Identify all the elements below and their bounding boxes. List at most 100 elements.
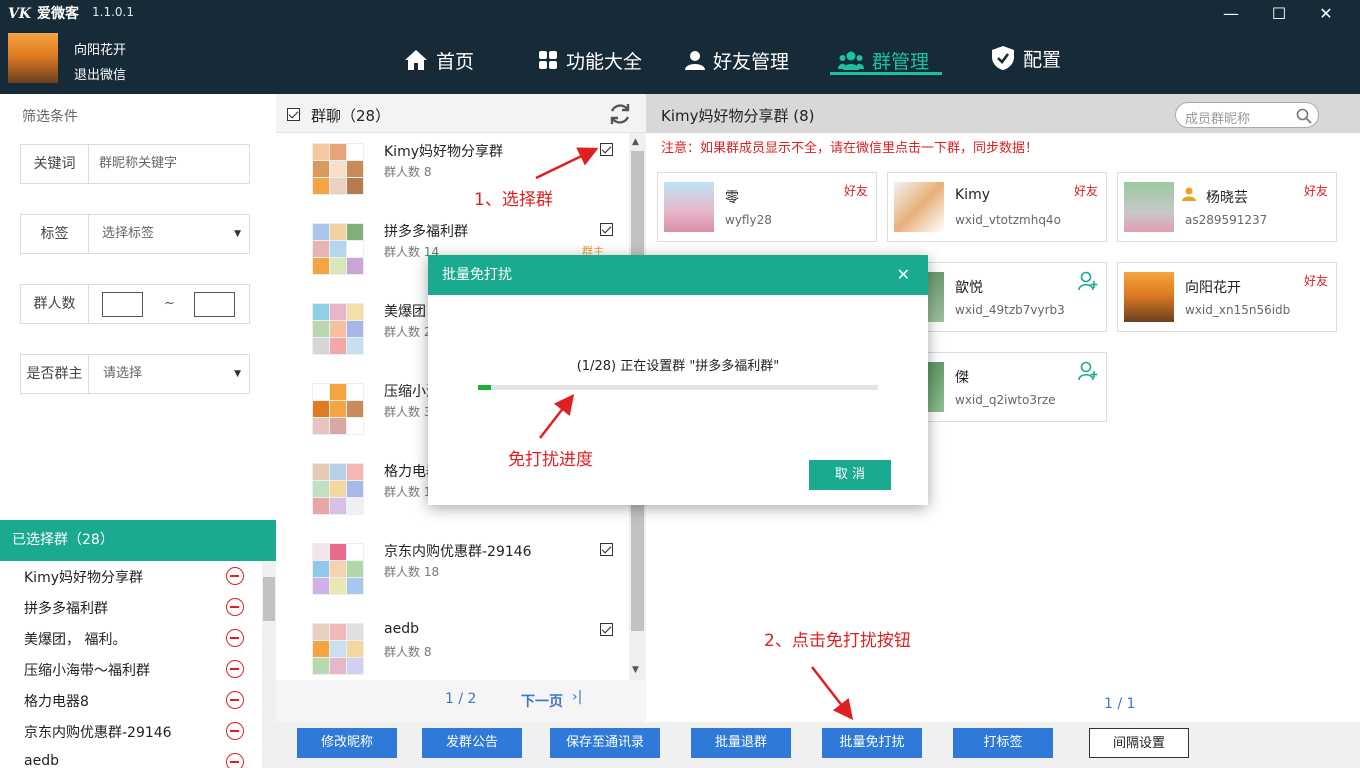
keyword-filter: 关键词 群昵称关键字 bbox=[20, 144, 250, 184]
member-card[interactable]: 杨晓芸 as289591237 好友 bbox=[1117, 172, 1337, 242]
chevron-down-icon[interactable]: ▼ bbox=[234, 355, 241, 393]
title-bar bbox=[0, 0, 1360, 94]
selected-item-label: 压缩小海带～福利群 bbox=[24, 663, 150, 679]
nav-home[interactable]: 首页 bbox=[404, 43, 474, 77]
last-page-icon[interactable]: ›| bbox=[572, 689, 582, 705]
nav-config[interactable]: 配置 bbox=[991, 41, 1061, 75]
group-page-indicator: 1 / 2 bbox=[445, 691, 477, 707]
range-separator: ~ bbox=[164, 296, 175, 311]
member-search[interactable]: 成员群昵称 bbox=[1175, 102, 1319, 128]
member-count-filter: 群人数 ~ bbox=[20, 284, 250, 324]
member-name: 杨晓芸 bbox=[1206, 190, 1248, 206]
selected-list-scrollbar[interactable] bbox=[262, 561, 276, 768]
nav-config-label: 配置 bbox=[1023, 48, 1062, 71]
member-card[interactable]: Kimy wxid_vtotzmhq4o 好友 bbox=[887, 172, 1107, 242]
save-to-contacts-button[interactable]: 保存至通讯录 bbox=[550, 728, 660, 758]
member-avatar bbox=[894, 182, 944, 232]
scroll-up-icon[interactable]: ▲ bbox=[632, 137, 639, 147]
member-id: wxid_xn15n56idb bbox=[1185, 303, 1291, 317]
keyword-label: 关键词 bbox=[21, 145, 89, 183]
close-icon[interactable]: ✕ bbox=[897, 255, 910, 295]
chevron-down-icon[interactable]: ▼ bbox=[234, 215, 241, 253]
group-detail-title: Kimy妈好物分享群 (8) bbox=[661, 107, 815, 125]
selected-item: 美爆团， 福利。 bbox=[0, 623, 262, 654]
logo-mark: VK bbox=[8, 6, 32, 22]
selected-groups-list: Kimy妈好物分享群 拼多多福利群 美爆团， 福利。 压缩小海带～福利群 格力电… bbox=[0, 561, 262, 768]
member-min-input[interactable] bbox=[102, 292, 143, 317]
add-tag-button[interactable]: 打标签 bbox=[953, 728, 1053, 758]
member-avatar bbox=[1124, 182, 1174, 232]
remove-icon[interactable] bbox=[226, 598, 244, 616]
refresh-icon[interactable] bbox=[608, 102, 632, 126]
friend-badge: 好友 bbox=[1073, 184, 1098, 198]
minimize-icon[interactable]: — bbox=[1219, 4, 1243, 24]
remove-icon[interactable] bbox=[226, 722, 244, 740]
next-page-link[interactable]: 下一页 bbox=[521, 691, 563, 711]
group-row[interactable]: Kimy妈好物分享群 群人数 8 bbox=[276, 133, 629, 213]
selected-item: aedb bbox=[0, 747, 262, 768]
group-row[interactable]: 京东内购优惠群-29146 群人数 18 bbox=[276, 533, 629, 613]
group-avatar bbox=[312, 383, 364, 435]
remove-icon[interactable] bbox=[226, 753, 244, 768]
member-id: wxid_q2iwto3rze bbox=[955, 393, 1056, 407]
user-name: 向阳花开 bbox=[74, 43, 127, 58]
member-list-footer bbox=[646, 680, 1360, 722]
edit-nickname-button[interactable]: 修改昵称 bbox=[297, 728, 397, 758]
member-avatar bbox=[664, 182, 714, 232]
annotation-step1: 1、选择群 bbox=[474, 190, 553, 210]
group-checkbox[interactable] bbox=[600, 223, 613, 236]
close-icon[interactable]: ✕ bbox=[1314, 4, 1338, 24]
search-icon[interactable] bbox=[1296, 108, 1312, 124]
friend-badge: 好友 bbox=[843, 184, 868, 198]
add-friend-icon[interactable] bbox=[1078, 361, 1098, 381]
group-icon bbox=[838, 51, 864, 70]
nav-features[interactable]: 功能大全 bbox=[538, 43, 642, 77]
member-name: 向阳花开 bbox=[1185, 280, 1241, 296]
group-avatar bbox=[312, 143, 364, 195]
remove-icon[interactable] bbox=[226, 629, 244, 647]
friend-badge: 好友 bbox=[1303, 274, 1328, 288]
friend-badge: 好友 bbox=[1303, 184, 1328, 198]
logout-link[interactable]: 退出微信 bbox=[74, 64, 126, 83]
selected-item-label: aedb bbox=[24, 753, 59, 768]
tag-select[interactable]: 选择标签 bbox=[102, 215, 154, 253]
group-name: Kimy妈好物分享群 bbox=[384, 144, 503, 160]
cancel-button[interactable]: 取 消 bbox=[809, 460, 891, 490]
member-avatar bbox=[1124, 272, 1174, 322]
batch-mute-dialog: 批量免打扰 ✕ (1/28) 正在设置群 "拼多多福利群" 取 消 bbox=[428, 255, 928, 505]
group-member-count: 群人数 1 bbox=[384, 485, 432, 499]
owner-select[interactable]: 请选择 bbox=[103, 355, 142, 393]
nav-friends[interactable]: 好友管理 bbox=[685, 43, 789, 77]
member-card[interactable]: 向阳花开 wxid_xn15n56idb 好友 bbox=[1117, 262, 1337, 332]
member-page-indicator: 1 / 1 bbox=[1104, 696, 1136, 712]
remove-icon[interactable] bbox=[226, 691, 244, 709]
group-checkbox[interactable] bbox=[600, 543, 613, 556]
batch-quit-button[interactable]: 批量退群 bbox=[691, 728, 791, 758]
add-friend-icon[interactable] bbox=[1078, 271, 1098, 291]
selected-item-label: 美爆团， 福利。 bbox=[24, 632, 127, 648]
batch-mute-button[interactable]: 批量免打扰 bbox=[822, 728, 922, 758]
remove-icon[interactable] bbox=[226, 567, 244, 585]
scroll-down-icon[interactable]: ▼ bbox=[632, 665, 639, 675]
nav-friends-label: 好友管理 bbox=[713, 50, 790, 73]
remove-icon[interactable] bbox=[226, 660, 244, 678]
group-name: 拼多多福利群 bbox=[384, 224, 468, 240]
group-checkbox[interactable] bbox=[600, 623, 613, 636]
selected-item: 压缩小海带～福利群 bbox=[0, 654, 262, 685]
group-row[interactable]: aedb 群人数 8 bbox=[276, 613, 629, 680]
member-id: wyfly28 bbox=[725, 213, 772, 227]
member-max-input[interactable] bbox=[194, 292, 235, 317]
scrollbar-thumb[interactable] bbox=[263, 577, 275, 621]
member-id: as289591237 bbox=[1185, 213, 1268, 227]
keyword-input[interactable]: 群昵称关键字 bbox=[99, 145, 177, 183]
selected-item-label: 拼多多福利群 bbox=[24, 601, 108, 617]
tag-label: 标签 bbox=[21, 215, 89, 253]
interval-settings-button[interactable]: 间隔设置 bbox=[1089, 728, 1189, 758]
group-announcement-button[interactable]: 发群公告 bbox=[422, 728, 522, 758]
member-id: wxid_vtotzmhq4o bbox=[955, 213, 1061, 227]
member-card[interactable]: 零 wyfly28 好友 bbox=[657, 172, 877, 242]
maximize-icon[interactable]: ☐ bbox=[1267, 4, 1291, 24]
group-checkbox[interactable] bbox=[600, 143, 613, 156]
member-search-input[interactable]: 成员群昵称 bbox=[1185, 108, 1250, 127]
select-all-checkbox[interactable] bbox=[287, 108, 300, 121]
